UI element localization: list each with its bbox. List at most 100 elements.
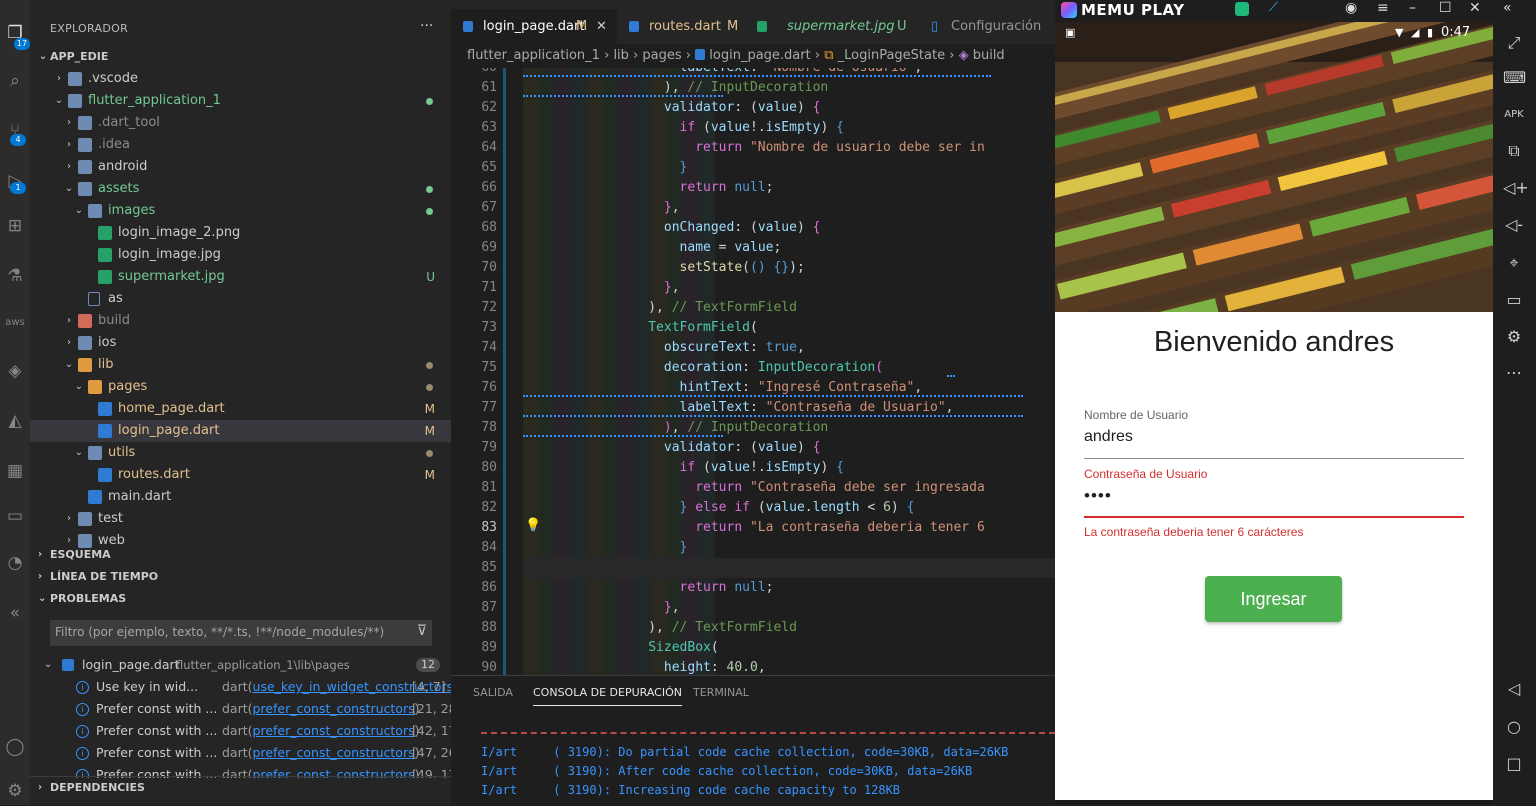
- tab-output[interactable]: SALIDA: [473, 686, 513, 699]
- lightbulb-icon[interactable]: 💡: [525, 518, 541, 533]
- breadcrumb-item[interactable]: lib: [613, 48, 628, 63]
- search-icon[interactable]: ⌕: [4, 70, 26, 92]
- close-icon[interactable]: ✕: [596, 9, 607, 44]
- tree-item[interactable]: ⌄ flutter_application_1: [30, 90, 451, 112]
- tree-item[interactable]: ⌄ images: [30, 200, 451, 222]
- apk-icon[interactable]: APK: [1503, 104, 1525, 126]
- flutter-icon[interactable]: «: [4, 602, 26, 624]
- volume-up-icon[interactable]: ◁+: [1503, 177, 1529, 199]
- git-graph-icon[interactable]: ◔: [4, 552, 26, 574]
- settings-icon[interactable]: ⚙: [1503, 326, 1525, 348]
- problem-rule-link[interactable]: prefer_const_constructors: [253, 745, 415, 760]
- app-icon[interactable]: [1235, 2, 1249, 16]
- breadcrumb-item[interactable]: pages: [642, 48, 681, 63]
- tree-item[interactable]: › build: [30, 310, 451, 332]
- back-icon[interactable]: ◁: [1503, 678, 1525, 700]
- minimize-icon[interactable]: –: [1409, 0, 1416, 16]
- problems-section[interactable]: ⌄ PROBLEMAS: [30, 588, 451, 610]
- tree-item[interactable]: as: [30, 288, 451, 310]
- password-field[interactable]: ••••: [1084, 486, 1464, 518]
- maximize-icon[interactable]: ☐: [1439, 0, 1452, 16]
- extensions-icon[interactable]: ⊞: [4, 215, 26, 237]
- outline-section[interactable]: › ESQUEMA: [30, 544, 451, 566]
- tree-item[interactable]: routes.dart M: [30, 464, 451, 486]
- tab-terminal[interactable]: TERMINAL: [693, 686, 749, 699]
- problems-filter-input[interactable]: Filtro (por ejemplo, texto, **/*.ts, !**…: [50, 620, 432, 646]
- multi-window-icon[interactable]: ⧉: [1503, 140, 1525, 162]
- problem-rule-link[interactable]: prefer_const_constructors: [253, 723, 415, 738]
- problems-file-row[interactable]: ⌄ login_page.dart flutter_application_1\…: [30, 654, 451, 676]
- folder-icon: [88, 446, 102, 460]
- keyboard-icon[interactable]: ⌨: [1503, 67, 1526, 89]
- login-button[interactable]: Ingresar: [1205, 576, 1342, 622]
- account-icon[interactable]: ◯: [4, 736, 26, 758]
- tab-settings[interactable]: ▯ Configuración: [917, 9, 1055, 44]
- username-field[interactable]: andres: [1084, 428, 1464, 459]
- file-icon: [88, 490, 102, 504]
- breadcrumb-item[interactable]: flutter_application_1: [467, 48, 600, 63]
- tree-item[interactable]: ⌄ assets: [30, 178, 451, 200]
- tree-item[interactable]: supermarket.jpg U: [30, 266, 451, 288]
- line-number: 65: [481, 160, 497, 175]
- tree-item[interactable]: main.dart: [30, 486, 451, 508]
- breadcrumb-item[interactable]: login_page.dart: [709, 48, 810, 63]
- fullscreen-icon[interactable]: ⤢: [1503, 32, 1525, 54]
- problem-source-name: dart: [222, 745, 248, 760]
- line-number: 79: [481, 440, 497, 455]
- menu-icon[interactable]: ≡: [1377, 0, 1389, 16]
- tree-item[interactable]: login_page.dart M: [30, 420, 451, 442]
- tab-supermarket[interactable]: supermarket.jpg U: [745, 9, 917, 44]
- settings-icon[interactable]: ⚙: [4, 780, 26, 802]
- tree-item[interactable]: › test: [30, 508, 451, 530]
- location-icon[interactable]: ⌖: [1503, 252, 1525, 274]
- breadcrumb-item[interactable]: build: [973, 48, 1005, 63]
- dependencies-section[interactable]: › DEPENDENCIES: [30, 776, 451, 799]
- breadcrumb-item[interactable]: _LoginPageState: [838, 48, 945, 63]
- folder-icon[interactable]: ▭: [1503, 289, 1525, 311]
- tree-item[interactable]: › .idea: [30, 134, 451, 156]
- problem-item[interactable]: i Prefer const with ... dart(prefer_const_…: [30, 742, 462, 764]
- problem-item[interactable]: i Prefer const with ... dart(prefer_const_…: [30, 698, 462, 720]
- aws-icon[interactable]: aws: [4, 312, 26, 334]
- home-icon[interactable]: ○: [1503, 716, 1525, 738]
- problem-item[interactable]: i Prefer const with ... dart(prefer_const_…: [30, 720, 462, 742]
- tree-item[interactable]: ⌄ lib: [30, 354, 451, 376]
- filter-icon[interactable]: ⊽: [417, 623, 427, 639]
- tree-item[interactable]: login_image_2.png: [30, 222, 451, 244]
- flutter-app-icon[interactable]: ⟋: [1269, 0, 1278, 15]
- tree-item[interactable]: ⌄ pages: [30, 376, 451, 398]
- problem-rule-link[interactable]: prefer_const_constructors: [253, 701, 415, 716]
- tree-item[interactable]: › android: [30, 156, 451, 178]
- tree-item[interactable]: login_image.jpg: [30, 244, 451, 266]
- problem-item[interactable]: i Use key in wid... dart(use_key_in_widget…: [30, 676, 458, 698]
- tree-item[interactable]: › ios: [30, 332, 451, 354]
- code-editor[interactable]: labelText: "Nombre de Usuario", ), // In…: [451, 68, 1055, 675]
- collapse-icon[interactable]: «: [1503, 0, 1512, 16]
- recents-icon[interactable]: □: [1503, 753, 1525, 775]
- account-icon[interactable]: ◉: [1345, 0, 1357, 16]
- more-icon[interactable]: ⋯: [1503, 362, 1525, 384]
- battery-icon: ▮: [1427, 26, 1434, 39]
- lint-squiggle: [523, 93, 723, 97]
- workspace-root[interactable]: ⌄ APP_EDIE: [30, 46, 451, 68]
- tree-item[interactable]: › .dart_tool: [30, 112, 451, 134]
- tab-debug-console[interactable]: CONSOLA DE DEPURACIÓN: [533, 686, 682, 706]
- more-actions-button[interactable]: ···: [420, 18, 433, 34]
- folder-icon[interactable]: ▭: [4, 505, 26, 527]
- python-icon[interactable]: ◈: [4, 360, 26, 382]
- volume-down-icon[interactable]: ◁-: [1503, 214, 1525, 236]
- tree-item[interactable]: › .vscode: [30, 68, 451, 90]
- docker-icon[interactable]: ▦: [4, 460, 26, 482]
- testing-icon[interactable]: ⚗: [4, 265, 26, 287]
- memu-logo-icon: [1061, 2, 1077, 18]
- close-icon[interactable]: ✕: [1469, 0, 1481, 16]
- tab-login-page[interactable]: login_page.dart M ✕: [451, 9, 617, 44]
- supermarket-image: ▣ ▼ ◢ ▮ 0:47: [1055, 22, 1493, 312]
- tree-item[interactable]: ⌄ utils: [30, 442, 451, 464]
- explorer-title: EXPLORADOR: [50, 22, 129, 35]
- tab-label: supermarket.jpg: [787, 19, 895, 34]
- azure-icon[interactable]: ◭: [4, 410, 26, 432]
- tab-routes[interactable]: routes.dart M: [617, 9, 745, 44]
- timeline-section[interactable]: › LÍNEA DE TIEMPO: [30, 566, 451, 588]
- tree-item[interactable]: home_page.dart M: [30, 398, 451, 420]
